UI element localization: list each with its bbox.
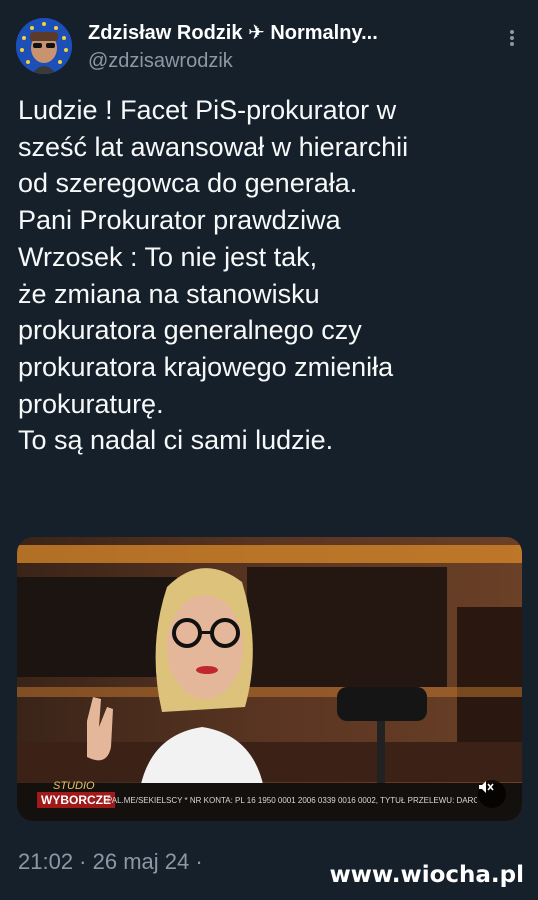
more-options-icon[interactable] [502,28,522,52]
speaker-mute-icon-glyph [479,781,494,793]
studio-label: STUDIO [53,780,95,792]
display-name-row: Zdzisław Rodzik ✈ Normalny... [88,20,492,45]
watermark: www.wiocha.pl [329,862,524,888]
brand-label: WYBORCZE [37,792,115,808]
speaker-mute-icon[interactable] [478,780,506,808]
tweet-timestamp[interactable]: 21:02 · 26 maj 24 · [18,849,203,875]
ticker-text: PAL.ME/SEKIELSCY * NR KONTA: PL 16 1950 … [107,796,477,805]
video-frame [17,537,522,821]
tweet-text: Ludzie ! Facet PiS-prokurator w sześć la… [18,95,409,456]
display-name[interactable]: Zdzisław Rodzik ✈ Normalny... [88,20,378,45]
avatar[interactable] [16,18,72,74]
avatar-image [16,18,72,74]
tweet-video[interactable]: STUDIO WYBORCZE PAL.ME/SEKIELSCY * NR KO… [17,537,522,821]
tweet-header: Zdzisław Rodzik ✈ Normalny... @zdzisawro… [16,18,522,78]
user-handle[interactable]: @zdzisawrodzik [88,50,233,73]
